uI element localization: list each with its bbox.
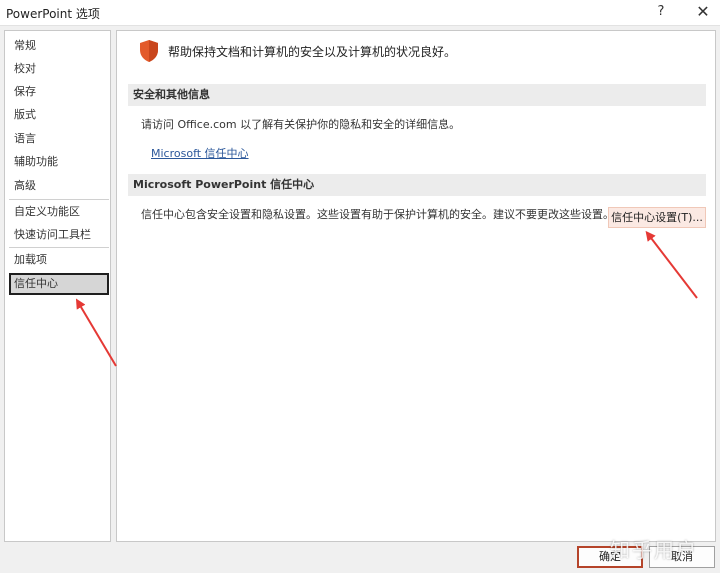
sidebar-item-customize-ribbon[interactable]: 自定义功能区: [9, 201, 109, 223]
sidebar-item-accessibility[interactable]: 辅助功能: [9, 151, 109, 173]
sidebar-item-proofing[interactable]: 校对: [9, 58, 109, 80]
page-headline: 帮助保持文档和计算机的安全以及计算机的状况良好。: [168, 45, 457, 59]
shield-icon: [140, 40, 158, 62]
title-bar: PowerPoint 选项 ? ✕: [0, 0, 720, 26]
sidebar-item-trust-center[interactable]: 信任中心: [9, 273, 109, 295]
sidebar-item-layout[interactable]: 版式: [9, 104, 109, 126]
microsoft-trust-center-link[interactable]: Microsoft 信任中心: [151, 145, 249, 161]
sidebar-divider: [9, 247, 109, 248]
trust-center-description: 信任中心包含安全设置和隐私设置。这些设置有助于保护计算机的安全。建议不要更改这些…: [141, 208, 614, 221]
close-button[interactable]: ✕: [688, 0, 718, 26]
watermark-text: 知乎用户: [610, 538, 698, 562]
sidebar-item-general[interactable]: 常规: [9, 35, 109, 57]
help-button[interactable]: ?: [646, 0, 676, 26]
trust-center-panel: 帮助保持文档和计算机的安全以及计算机的状况良好。 安全和其他信息 请访问 Off…: [116, 30, 716, 542]
sidebar-item-add-ins[interactable]: 加载项: [9, 249, 109, 271]
sidebar-divider: [9, 199, 109, 200]
trust-center-settings-button[interactable]: 信任中心设置(T)...: [608, 207, 706, 228]
section-header-trust-center: Microsoft PowerPoint 信任中心: [128, 174, 706, 196]
window-title: PowerPoint 选项: [6, 7, 100, 21]
sidebar-nav: 常规 校对 保存 版式 语言 辅助功能 高级 自定义功能区 快速访问工具栏 加载…: [4, 30, 111, 542]
section-header-privacy: 安全和其他信息: [128, 84, 706, 106]
sidebar-item-save[interactable]: 保存: [9, 81, 109, 103]
privacy-description: 请访问 Office.com 以了解有关保护你的隐私和安全的详细信息。: [141, 118, 461, 131]
sidebar-item-quick-access-toolbar[interactable]: 快速访问工具栏: [9, 224, 109, 246]
sidebar-item-language[interactable]: 语言: [9, 128, 109, 150]
sidebar-item-advanced[interactable]: 高级: [9, 175, 109, 197]
